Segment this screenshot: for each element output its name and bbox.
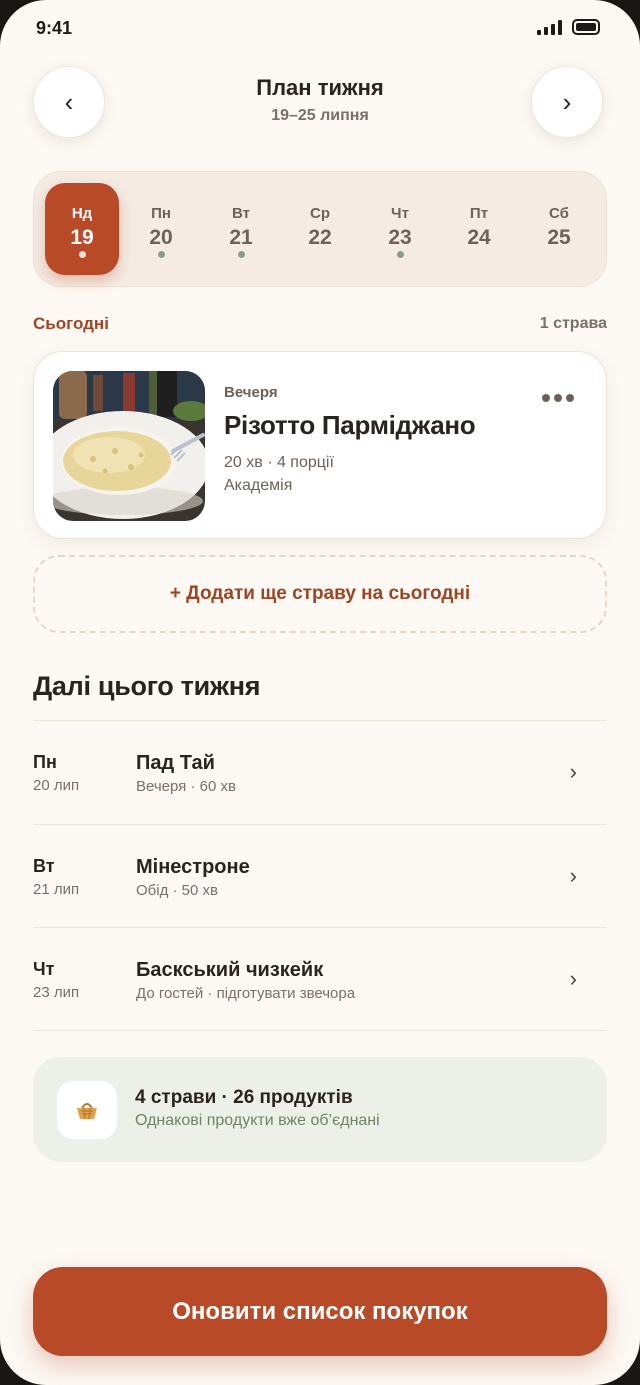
chevron-right-icon: › (569, 862, 577, 888)
day-fri[interactable]: Пт 24 (442, 183, 516, 275)
chevron-right-icon: › (562, 86, 572, 117)
day-thu[interactable]: Чт 23 (363, 183, 437, 275)
meal-dot (157, 251, 165, 258)
day-tue[interactable]: Вт 21 (204, 183, 278, 275)
item-day: Чт (33, 959, 55, 979)
later-title: Далі цього тижня (33, 671, 261, 701)
phone-screen: 9:41 ‹ План тижня 19–25 липня › Нд 19 Пн… (0, 0, 640, 1385)
chevron-right-icon: › (569, 759, 577, 784)
day-number: 25 (547, 226, 571, 249)
status-bar: 9:41 (0, 0, 640, 56)
item-meta: Обід · 50 хв (136, 881, 218, 899)
basket-icon (57, 1081, 117, 1139)
meal-dot (78, 251, 86, 258)
today-label: Сьогодні (33, 314, 109, 333)
item-meta: Вечеря · 60 хв (136, 778, 236, 795)
item-name: Пад Тай (136, 752, 215, 774)
chevron-right-icon: › (569, 966, 577, 991)
day-number: 21 (229, 226, 253, 249)
day-name: Чт (391, 205, 409, 222)
item-name: Баскський чизкейк (136, 959, 324, 981)
later-list: Пн 20 лип Пад Тай Вечеря · 60 хв › Вт 21… (33, 720, 607, 1031)
next-week-button[interactable]: › (531, 66, 603, 138)
shopping-summary[interactable]: 4 страви · 26 продуктів Однакові продукт… (33, 1057, 607, 1162)
item-name: Мінестроне (136, 855, 250, 878)
list-item[interactable]: Вт 21 лип Мінестроне Обід · 50 хв › (33, 823, 607, 928)
item-day: Пн (33, 752, 57, 772)
item-day: Вт (33, 855, 55, 876)
summary-title: 4 страви · 26 продуктів (135, 1087, 353, 1108)
meal-dot (237, 251, 245, 258)
meal-dot (396, 251, 404, 258)
day-sat[interactable]: Сб 25 (522, 183, 596, 275)
more-options-icon[interactable] (542, 394, 574, 402)
meal-meta: 20 хв · 4 порції (224, 454, 334, 471)
day-name: Пн (151, 205, 171, 222)
day-sun[interactable]: Нд 19 (45, 183, 119, 275)
update-shopping-list-button[interactable]: Оновити список покупок (33, 1267, 607, 1356)
day-wed[interactable]: Ср 22 (283, 183, 357, 275)
meal-photo (53, 371, 205, 521)
today-count: 1 страва (539, 315, 607, 332)
day-number: 20 (149, 226, 173, 249)
list-item[interactable]: Пн 20 лип Пад Тай Вечеря · 60 хв › (33, 720, 607, 824)
day-mon[interactable]: Пн 20 (124, 183, 198, 275)
add-dish-button[interactable]: + Додати ще страву на сьогодні (33, 555, 607, 633)
status-time: 9:41 (36, 18, 73, 38)
day-name: Ср (310, 205, 330, 222)
day-number: 23 (388, 226, 412, 249)
item-date: 23 лип (33, 984, 80, 1001)
day-number: 19 (70, 226, 94, 249)
meal-name: Різотто Парміджано (224, 410, 476, 440)
summary-subtitle: Однакові продукти вже об’єднані (135, 1112, 380, 1129)
today-meal-card[interactable]: Вечеря Різотто Парміджано 20 хв · 4 порц… (33, 351, 607, 539)
week-strip: Нд 19 Пн 20 Вт 21 Ср 22 Чт 23 Пт 24 Сб 2… (33, 171, 607, 287)
item-meta: До гостей · підготувати звечора (136, 985, 356, 1002)
day-name: Пт (469, 205, 489, 222)
meal-kind: Вечеря (224, 384, 278, 401)
meal-source: Академія (224, 477, 293, 494)
day-name: Сб (549, 205, 569, 222)
item-date: 20 лип (33, 777, 80, 794)
battery-icon (572, 19, 600, 35)
status-icons (537, 19, 600, 35)
day-number: 24 (467, 226, 491, 249)
list-item[interactable]: Чт 23 лип Баскський чизкейк До гостей · … (33, 927, 607, 1031)
item-date: 21 лип (33, 880, 80, 898)
signal-icon (537, 19, 562, 35)
day-name: Нд (71, 205, 93, 222)
day-name: Вт (232, 205, 250, 222)
day-number: 22 (308, 226, 332, 249)
